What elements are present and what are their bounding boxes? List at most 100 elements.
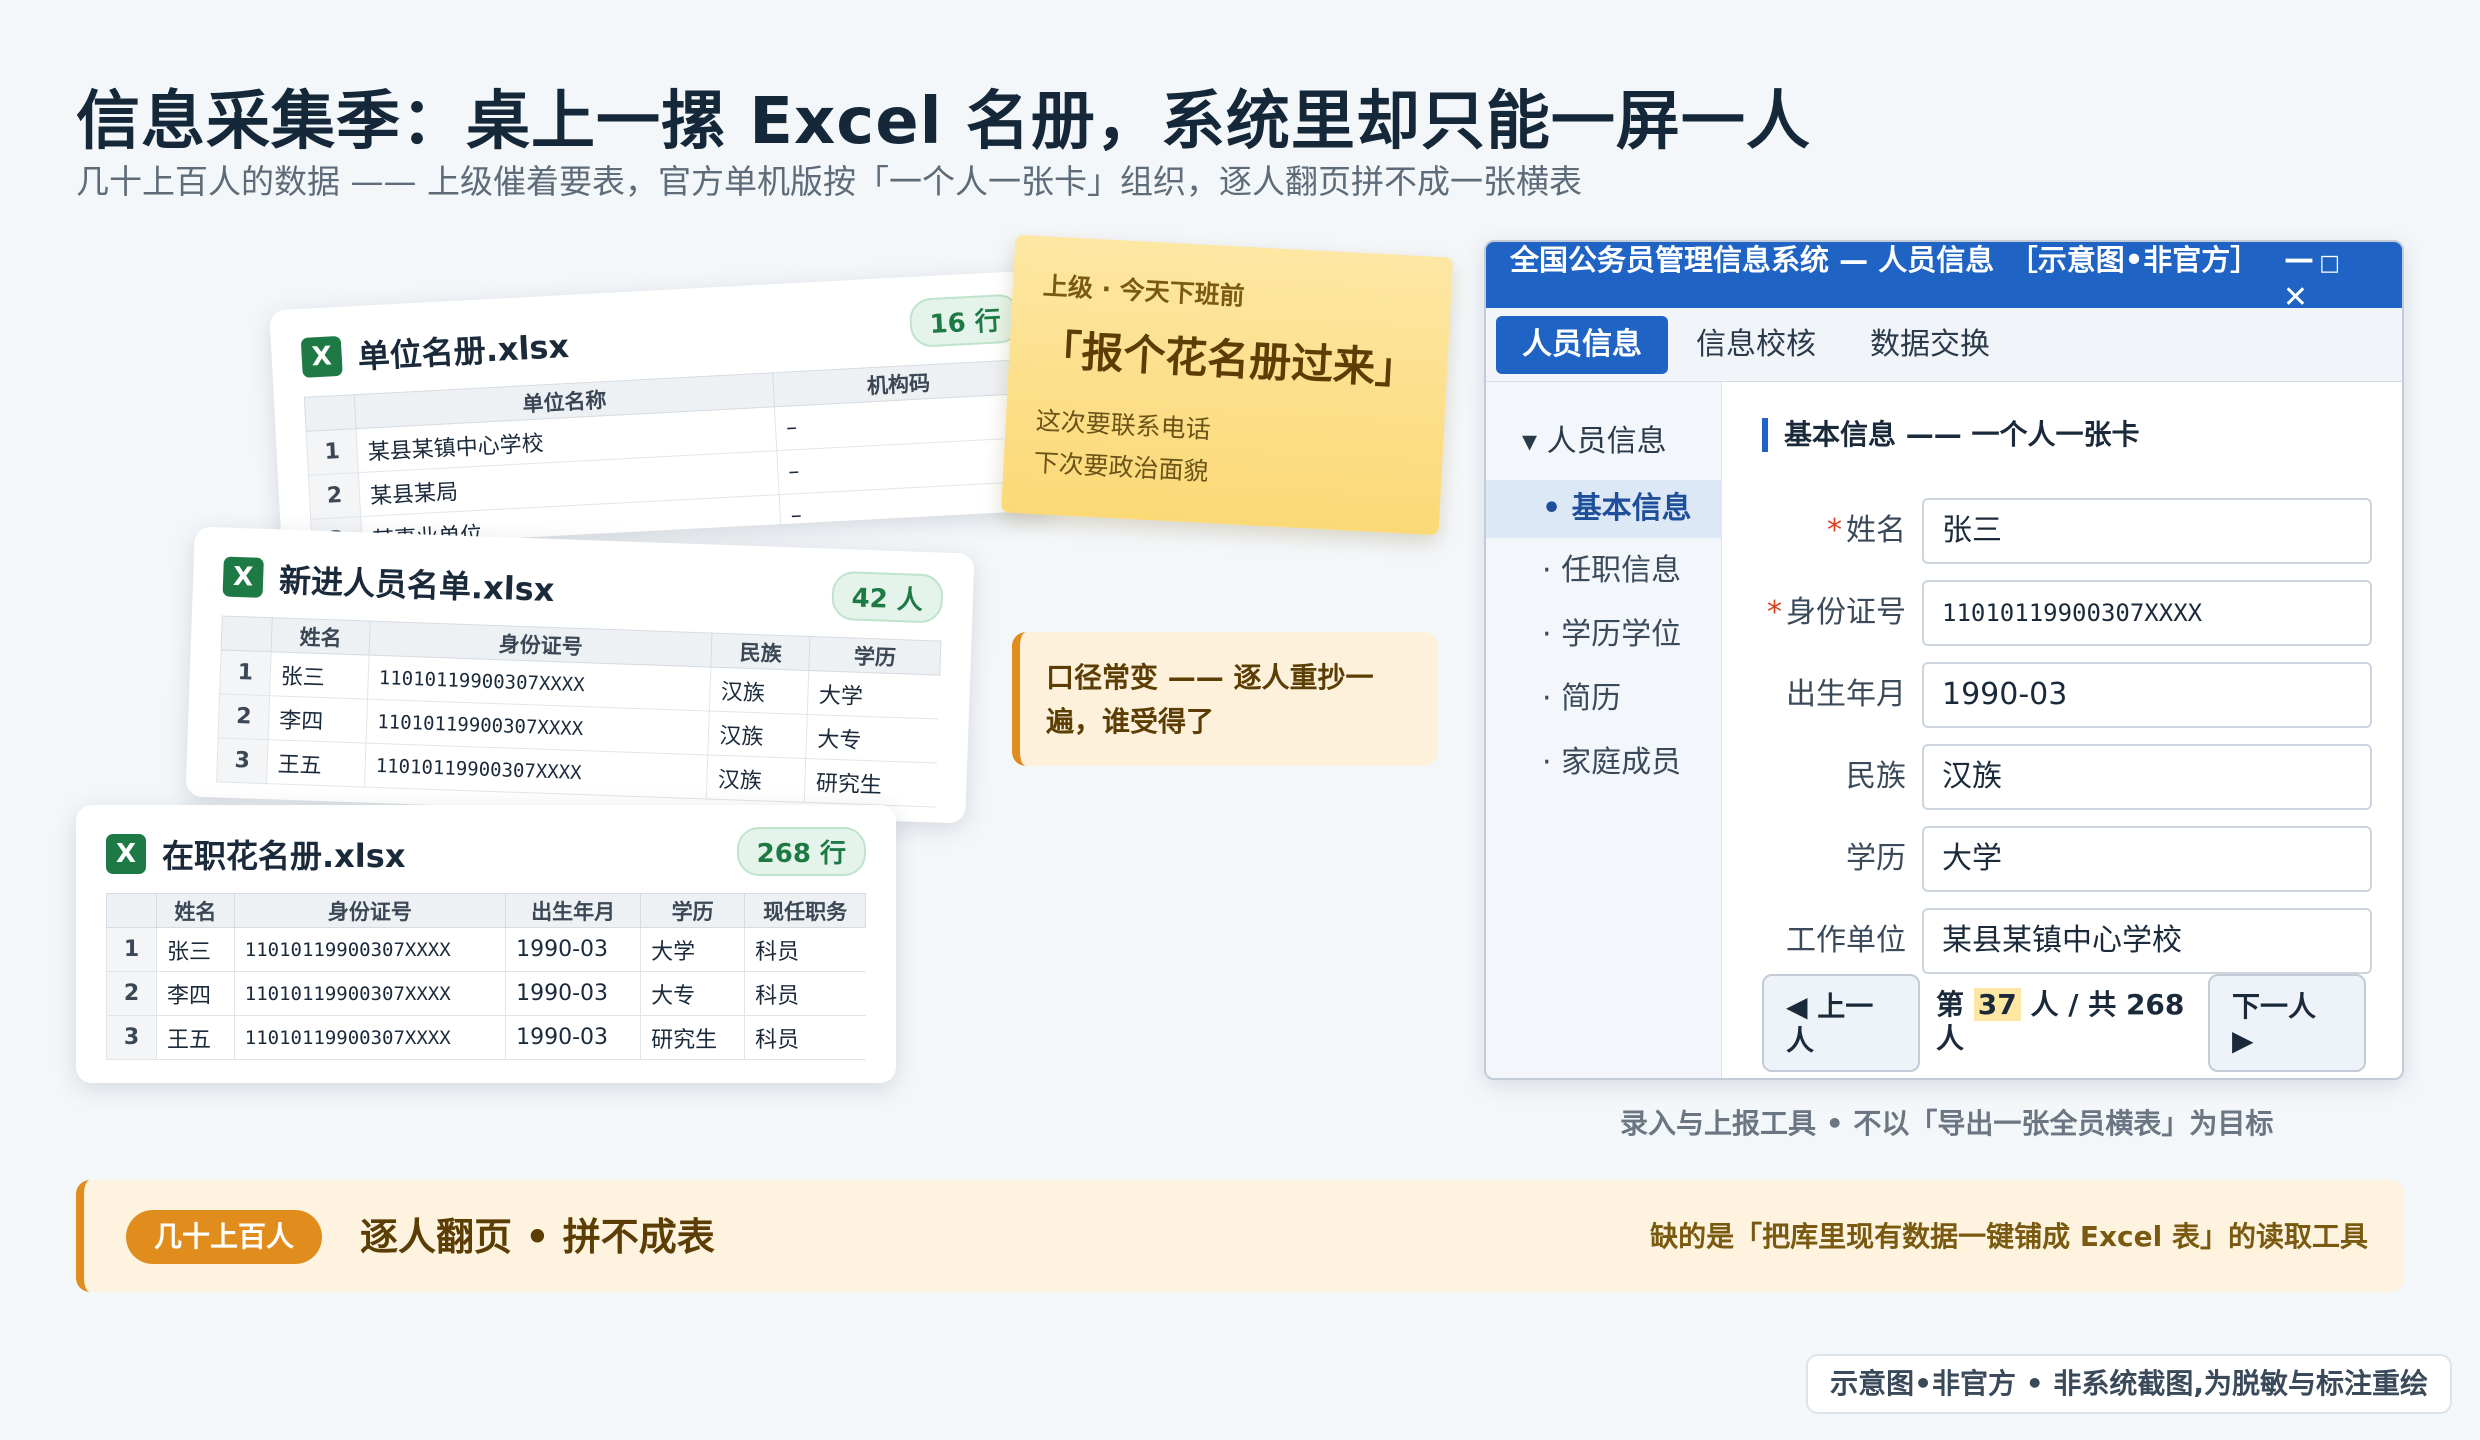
field-label: 出生年月 [1786, 677, 1906, 712]
excel-icon: X [300, 335, 343, 378]
excel-card-roster: X 在职花名册.xlsx 268 行 姓名 身份证号 出生年月 学历 现任职务 … [76, 805, 896, 1083]
table-cell: 大学 [640, 927, 745, 972]
table-cell: 汉族 [706, 755, 807, 803]
sidebar-item-resume[interactable]: · 简历 [1486, 670, 1722, 728]
tab-data-exchange[interactable]: 数据交换 [1844, 316, 2016, 374]
minimize-button[interactable]: — [2284, 242, 2314, 278]
table-row: 3 王五 11010119900307XXXX 1990-03 研究生 科员 [106, 1015, 866, 1060]
table-cell: 大学 [807, 670, 940, 720]
workplace-field[interactable]: 某县某镇中心学校 [1922, 908, 2372, 974]
row-number: 2 [106, 971, 157, 1016]
column-header [221, 615, 273, 652]
sidebar-group-person-info[interactable]: ▾ 人员信息 [1522, 416, 1667, 460]
table-cell: 11010119900307XXXX [233, 927, 506, 972]
form-row-id: * 身份证号 11010119900307XXXX [1746, 580, 2376, 646]
table-cell: 11010119900307XXXX [233, 1015, 506, 1060]
education-field[interactable]: 大学 [1922, 826, 2372, 892]
sticky-request: 「报个花名册过来」 [1038, 325, 1419, 394]
tab-person-info[interactable]: 人员信息 [1496, 315, 1668, 374]
form-row-name: * 姓名 张三 [1746, 498, 2376, 564]
column-header: 民族 [711, 633, 811, 671]
form-row-workplace: 工作单位 某县某镇中心学校 [1746, 908, 2376, 974]
tab-info-check[interactable]: 信息校核 [1670, 316, 1842, 374]
row-count-badge: 16 行 [908, 293, 1022, 349]
row-number: 2 [218, 693, 270, 740]
row-number: 3 [216, 737, 269, 784]
column-header: 现任职务 [744, 893, 866, 928]
row-number: 2 [308, 472, 361, 520]
next-person-button[interactable]: 下一人 ▶ [2208, 974, 2366, 1072]
form-row-education: 学历 大学 [1746, 826, 2376, 892]
table-cell: 汉族 [708, 711, 808, 759]
form-section-title: 基本信息 —— 一个人一张卡 [1762, 418, 2140, 452]
id-number-field[interactable]: 11010119900307XXXX [1922, 580, 2372, 646]
summary-banner: 几十上百人 逐人翻页 • 拼不成表 缺的是「把库里现有数据一键铺成 Excel … [76, 1180, 2404, 1292]
column-header: 身份证号 [233, 893, 507, 928]
excel-table: 姓名 身份证号 出生年月 学历 现任职务 1 张三 11010119900307… [106, 893, 866, 1060]
sidebar-item-education[interactable]: · 学历学位 [1486, 606, 1722, 664]
table-cell: 李四 [268, 695, 368, 744]
excel-filename: 在职花名册.xlsx [162, 837, 406, 875]
table-cell: 大专 [640, 971, 745, 1016]
current-page-number: 37 [1973, 988, 2021, 1021]
name-field[interactable]: 张三 [1922, 498, 2372, 564]
maximize-button[interactable]: □ [2319, 246, 2340, 282]
footnote: 示意图•非官方 • 非系统截图,为脱敏与标注重绘 [1806, 1354, 2452, 1414]
table-row: 2 李四 11010119900307XXXX 1990-03 大专 科员 [106, 971, 866, 1016]
row-number: 3 [106, 1015, 157, 1060]
column-header: 姓名 [156, 893, 235, 928]
table-cell: 张三 [156, 927, 235, 972]
table-cell: 1990-03 [505, 927, 641, 972]
table-cell: 科员 [744, 1015, 866, 1060]
column-header [106, 893, 157, 928]
row-count-badge: 268 行 [736, 827, 866, 876]
banner-headline: 逐人翻页 • 拼不成表 [360, 1215, 715, 1259]
banner-pill: 几十上百人 [126, 1210, 323, 1264]
birth-month-field[interactable]: 1990-03 [1922, 662, 2372, 728]
row-number: 1 [306, 428, 359, 476]
table-cell: 科员 [744, 927, 866, 972]
excel-filename: 单位名册.xlsx [356, 326, 570, 376]
window-caption: 录入与上报工具 • 不以「导出一张全员横表」为目标 [1620, 1107, 2274, 1140]
excel-table: 单位名称 机构码 1 某县某镇中心学校 – 2 某县某局 – 3 某事业单位 – [304, 359, 1032, 551]
excel-icon: X [106, 834, 146, 874]
sticky-from: 上级 · 今天下班前 [1042, 271, 1246, 311]
window-title: 全国公务员管理信息系统 — 人员信息 ［示意图•非官方］ [1510, 243, 2260, 277]
callout-note: 口径常变 —— 逐人重抄一遍，谁受得了 [1012, 632, 1438, 766]
table-cell: 1990-03 [505, 1015, 641, 1060]
field-label: 学历 [1846, 841, 1906, 876]
table-cell: 研究生 [804, 758, 937, 807]
sidebar-item-family[interactable]: · 家庭成员 [1486, 734, 1722, 792]
table-cell: 研究生 [640, 1015, 745, 1060]
field-label: * 身份证号 [1767, 595, 1906, 630]
table-cell: 张三 [269, 651, 370, 700]
page-indicator: 第 37 人 / 共 268 人 [1936, 988, 2185, 1055]
form-row-birth: 出生年月 1990-03 [1746, 662, 2376, 728]
excel-card-unit: X 单位名册.xlsx 16 行 单位名称 机构码 1 某县某镇中心学校 – 2… [269, 269, 1061, 551]
ethnicity-field[interactable]: 汉族 [1922, 744, 2372, 810]
table-row: 1 张三 11010119900307XXXX 1990-03 大学 科员 [106, 927, 866, 972]
banner-note: 缺的是「把库里现有数据一键铺成 Excel 表」的读取工具 [1650, 1220, 2368, 1253]
column-header: 姓名 [271, 617, 371, 656]
field-label: 民族 [1846, 759, 1906, 794]
sidebar-item-basic-info[interactable]: • 基本信息 [1486, 480, 1722, 538]
app-window: 全国公务员管理信息系统 — 人员信息 ［示意图•非官方］ — □ ✕ 人员信息 … [1484, 240, 2404, 1080]
row-number: 1 [106, 927, 157, 972]
pager: ◀ 上一人 第 37 人 / 共 268 人 下一人 ▶ [1762, 974, 2366, 1072]
field-label: * 姓名 [1827, 513, 1906, 548]
excel-filename: 新进人员名单.xlsx [278, 561, 556, 610]
close-icon[interactable]: ✕ [2283, 280, 2308, 316]
prev-person-button[interactable]: ◀ 上一人 [1762, 974, 1920, 1072]
required-marker: * [1827, 513, 1842, 548]
page-subtitle: 几十上百人的数据 —— 上级催着要表，官方单机版按「一个人一张卡」组织，逐人翻页… [76, 162, 1582, 201]
table-cell: 李四 [156, 971, 235, 1016]
sidebar-item-position-info[interactable]: · 任职信息 [1486, 542, 1722, 600]
excel-card-newhire: X 新进人员名单.xlsx 42 人 姓名 身份证号 民族 学历 1 张三 11… [185, 526, 975, 824]
window-titlebar: 全国公务员管理信息系统 — 人员信息 ［示意图•非官方］ — □ ✕ [1486, 242, 2402, 315]
field-label: 工作单位 [1786, 923, 1906, 958]
form-row-ethnicity: 民族 汉族 [1746, 744, 2376, 810]
tab-bar: 人员信息 信息校核 数据交换 [1486, 308, 2402, 382]
excel-icon: X [222, 556, 264, 598]
row-count-badge: 42 人 [830, 570, 944, 624]
column-header: 学历 [640, 893, 746, 928]
